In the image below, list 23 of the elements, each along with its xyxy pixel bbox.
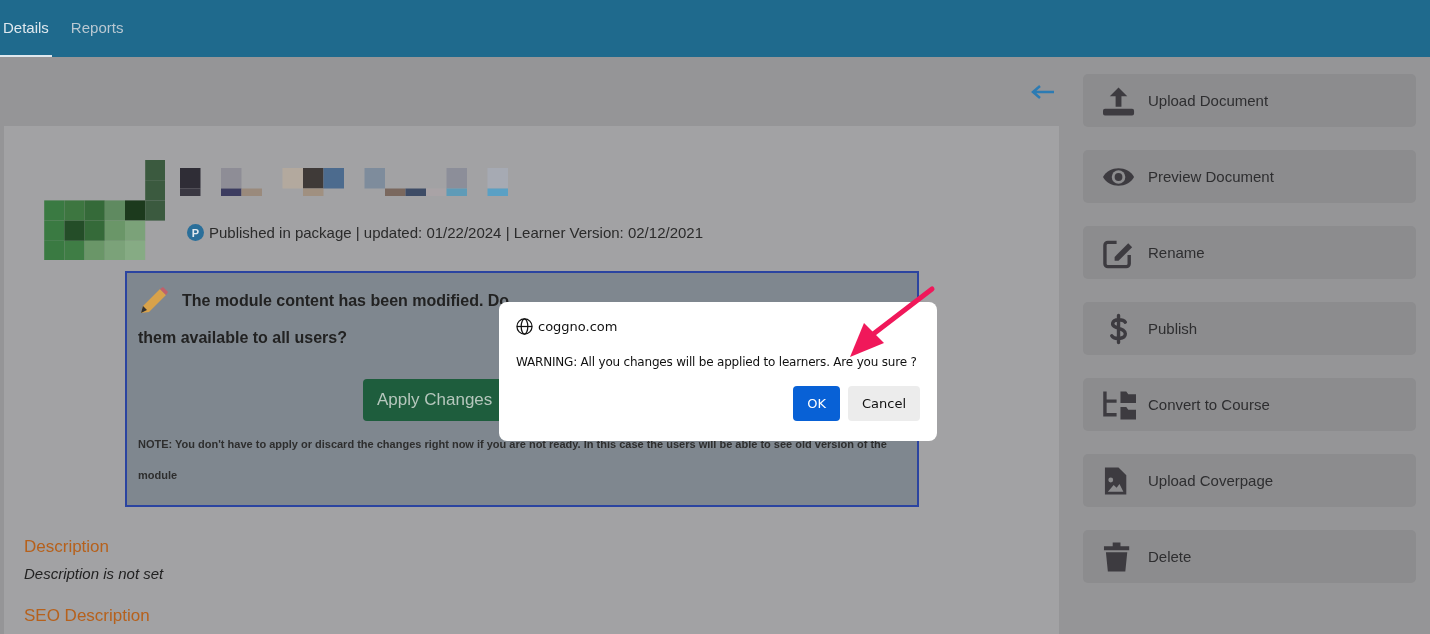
- action-button[interactable]: Preview Document: [1083, 150, 1416, 203]
- back-arrow-icon[interactable]: [1031, 83, 1055, 100]
- globe-icon: [516, 318, 533, 335]
- action-button[interactable]: Publish: [1083, 302, 1416, 355]
- action-button[interactable]: Convert to Course: [1083, 378, 1416, 431]
- action-button[interactable]: Upload Coverpage: [1083, 454, 1416, 507]
- upload-icon: [1103, 84, 1136, 117]
- cancel-button[interactable]: Cancel: [847, 386, 920, 421]
- action-button[interactable]: Rename: [1083, 226, 1416, 279]
- section-text: Description is not set: [24, 565, 165, 582]
- module-status: Published in package | updated: 01/22/2024 | Learner Version: 02/12/2021: [209, 224, 703, 241]
- tab[interactable]: Details: [0, 0, 52, 57]
- tab[interactable]: Reports: [67, 0, 127, 57]
- action-button[interactable]: Delete: [1083, 530, 1416, 583]
- dialog-message: WARNING: All you changes will be applied to learners. Are you sure ?: [516, 355, 918, 369]
- folder-tree-icon: [1103, 388, 1136, 421]
- dialog-origin: coggno.com: [538, 319, 618, 334]
- pencil-icon: [138, 287, 168, 315]
- section-heading: SEO Description: [24, 606, 151, 626]
- action-button[interactable]: Upload Document: [1083, 74, 1416, 127]
- ok-button[interactable]: OK: [793, 386, 840, 421]
- section-heading: Description: [24, 537, 111, 557]
- status-badge: P: [187, 224, 204, 241]
